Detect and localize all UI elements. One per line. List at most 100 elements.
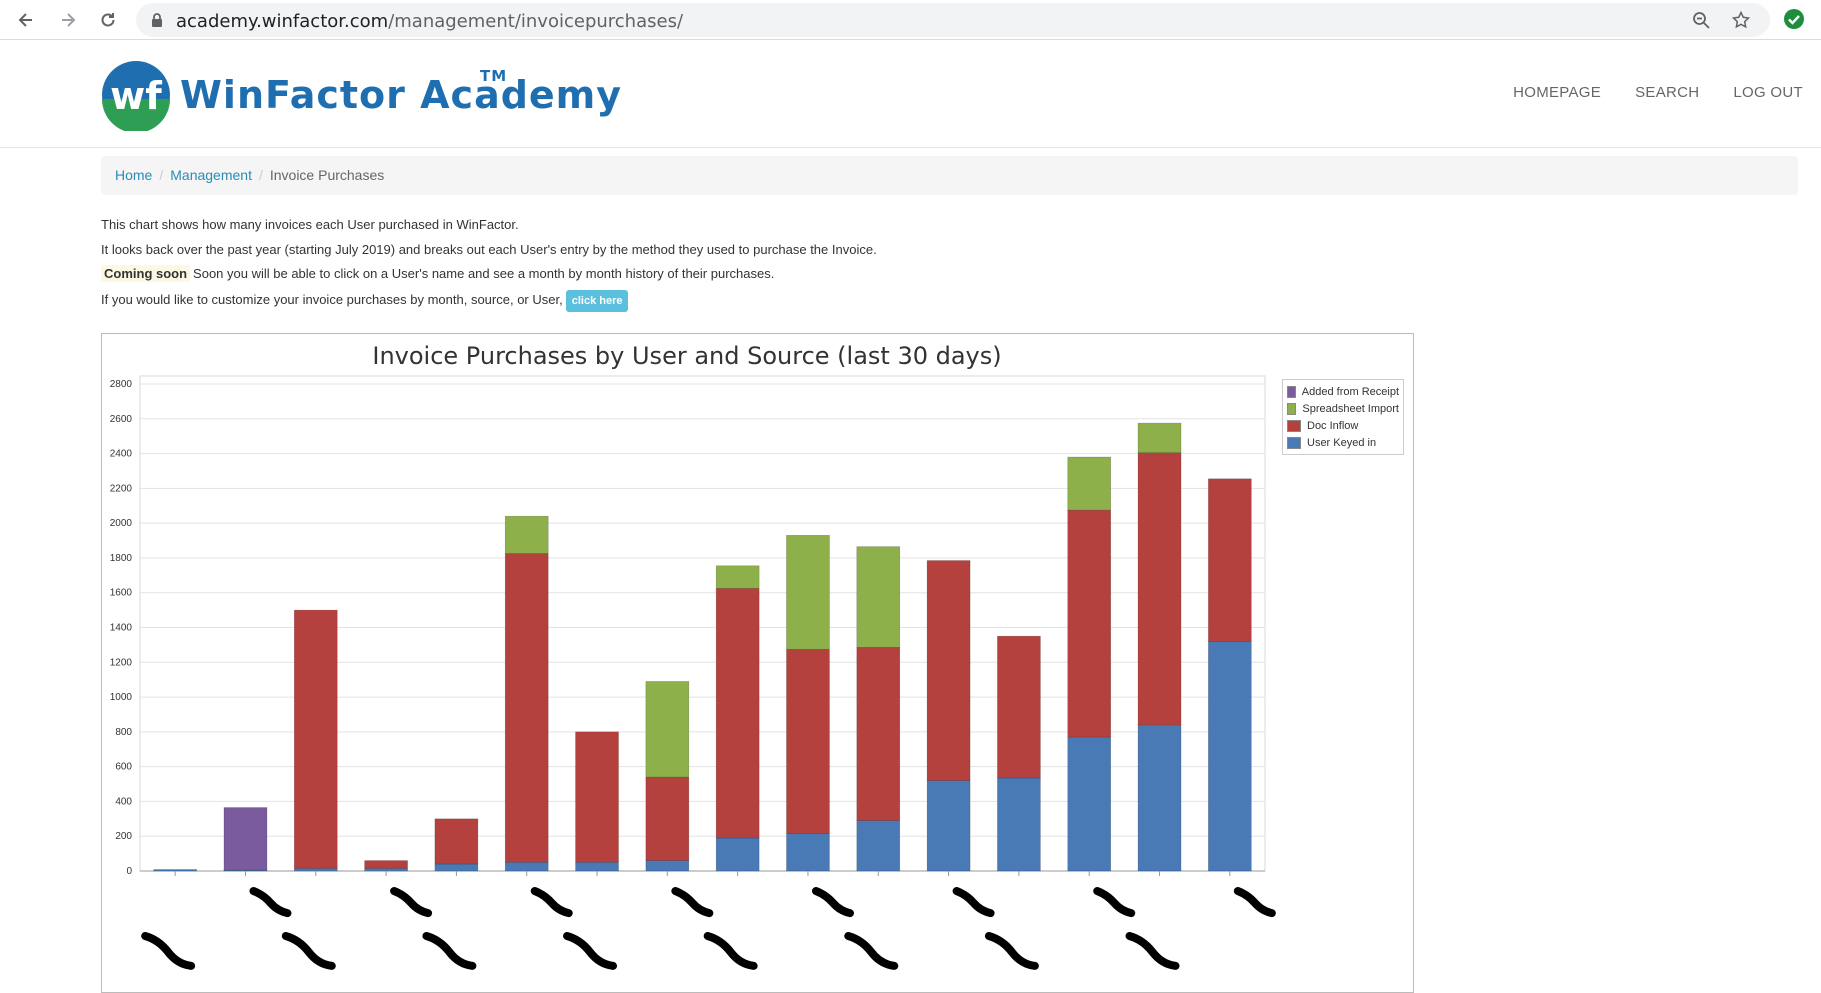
redacted-category-label — [1125, 932, 1180, 970]
y-tick-label: 800 — [115, 727, 132, 738]
browser-toolbar: academy.winfactor.com/management/invoice… — [0, 0, 1821, 40]
url-text: academy.winfactor.com/management/invoice… — [176, 11, 684, 32]
click-here-button[interactable]: click here — [565, 289, 629, 312]
redacted-category-label — [530, 887, 573, 918]
bar-segment — [645, 860, 690, 872]
redacted-category-label — [811, 887, 854, 918]
nav-search-link[interactable]: SEARCH — [1635, 84, 1699, 101]
redacted-category-label — [671, 887, 714, 918]
redacted-category-label — [249, 887, 292, 918]
legend-label: User Keyed in — [1307, 436, 1377, 449]
bar-segment — [715, 588, 760, 839]
y-tick-label: 2000 — [110, 518, 133, 529]
bar-segment — [575, 862, 619, 872]
nav-homepage-link[interactable]: HOMEPAGE — [1513, 84, 1601, 101]
bar-segment — [645, 776, 690, 861]
y-tick-label: 1800 — [110, 553, 133, 564]
reload-icon[interactable] — [94, 6, 122, 34]
bar-segment — [1067, 509, 1112, 738]
bar-segment — [504, 862, 549, 872]
redacted-category-label — [563, 932, 618, 970]
legend-swatch — [1287, 402, 1297, 415]
site-header: wf WinFactor Academy TM HOMEPAGE SEARCH L… — [0, 41, 1821, 148]
bar-segment — [364, 860, 408, 869]
y-tick-label: 0 — [126, 866, 132, 877]
y-tick-label: 400 — [115, 796, 132, 807]
redacted-category-label — [703, 932, 758, 970]
breadcrumb: Home / Management / Invoice Purchases — [101, 156, 1798, 195]
bar-segment — [997, 777, 1041, 872]
breadcrumb-separator: / — [159, 167, 164, 183]
intro-text: This chart shows how many invoices each … — [101, 216, 877, 314]
bar-segment — [856, 647, 901, 821]
bar-segment — [856, 820, 901, 872]
breadcrumb-management-link[interactable]: Management — [170, 167, 252, 183]
bar-segment — [223, 807, 268, 871]
intro-line-3: Coming soon Soon you will be able to clic… — [101, 265, 877, 290]
redacted-category-label — [984, 932, 1039, 970]
bar-segment — [1208, 641, 1252, 872]
intro-line-4: If you would like to customize your invo… — [101, 289, 877, 315]
legend-swatch — [1287, 419, 1301, 432]
logo-mark-icon: wf — [102, 61, 170, 131]
redacted-category-label — [1093, 887, 1136, 918]
bar-segment — [786, 833, 830, 872]
redacted-category-label — [1233, 887, 1276, 918]
y-tick-label: 200 — [115, 831, 132, 842]
redacted-category-label — [281, 932, 336, 970]
bar-segment — [575, 731, 619, 863]
bar-segment — [504, 553, 549, 863]
breadcrumb-separator: / — [258, 167, 263, 183]
y-tick-label: 1400 — [110, 623, 133, 634]
legend-item: Added from Receipt — [1287, 383, 1399, 400]
winfactor-logo[interactable]: wf WinFactor Academy TM — [100, 59, 622, 131]
address-bar[interactable]: academy.winfactor.com/management/invoice… — [136, 3, 1770, 37]
svg-text:wf: wf — [110, 74, 162, 118]
back-arrow-icon[interactable] — [12, 6, 40, 34]
legend-label: Spreadsheet Import — [1302, 402, 1399, 415]
zoom-icon[interactable] — [1692, 11, 1710, 34]
nav-logout-link[interactable]: LOG OUT — [1733, 84, 1803, 101]
bar-segment — [1067, 456, 1112, 511]
y-tick-label: 2400 — [110, 449, 133, 460]
redacted-category-label — [390, 887, 433, 918]
bar-segment — [645, 681, 690, 778]
bar-segment — [715, 837, 760, 872]
intro-line-2: It looks back over the past year (starti… — [101, 241, 877, 257]
bar-segment — [434, 818, 479, 865]
bar-segment — [153, 869, 197, 872]
bar-segment — [1137, 422, 1182, 454]
bar-segment — [1208, 478, 1252, 642]
legend-item: User Keyed in — [1287, 434, 1399, 451]
bar-segment — [504, 515, 549, 554]
y-tick-label: 600 — [115, 762, 132, 773]
forward-arrow-icon[interactable] — [54, 6, 82, 34]
bar-segment — [997, 635, 1041, 779]
redacted-category-label — [952, 887, 995, 918]
legend-swatch — [1287, 436, 1301, 449]
bar-segment — [856, 546, 901, 648]
breadcrumb-home-link[interactable]: Home — [115, 167, 152, 183]
bar-segment — [786, 648, 830, 834]
legend-item: Doc Inflow — [1287, 417, 1399, 434]
bar-segment — [293, 609, 338, 869]
y-tick-label: 1000 — [110, 692, 133, 703]
breadcrumb-current: Invoice Purchases — [269, 167, 385, 183]
chart-plot: 0 200 400 600 800 1000 1200 1400 1600 1800 2000 220… — [110, 375, 1276, 970]
bookmark-star-icon[interactable] — [1731, 10, 1751, 34]
coming-soon-badge: Coming soon — [101, 265, 191, 282]
redacted-category-label — [422, 932, 477, 970]
extension-check-icon[interactable] — [1783, 8, 1805, 35]
bar-segment — [715, 565, 760, 589]
bar-segment — [1137, 724, 1182, 872]
chart-legend: Added from Receipt Spreadsheet Import Doc … — [1282, 379, 1404, 455]
intro-line-1: This chart shows how many invoices each … — [101, 217, 519, 232]
legend-swatch — [1287, 385, 1296, 398]
y-tick-label: 1200 — [110, 657, 133, 668]
bar-segment — [1067, 736, 1112, 872]
y-tick-label: 1600 — [110, 588, 133, 599]
bar-segment — [364, 868, 408, 872]
redacted-category-label — [141, 932, 196, 970]
bar-segment — [1137, 452, 1182, 726]
invoice-purchases-chart: Invoice Purchases by User and Source (la… — [101, 333, 1414, 993]
